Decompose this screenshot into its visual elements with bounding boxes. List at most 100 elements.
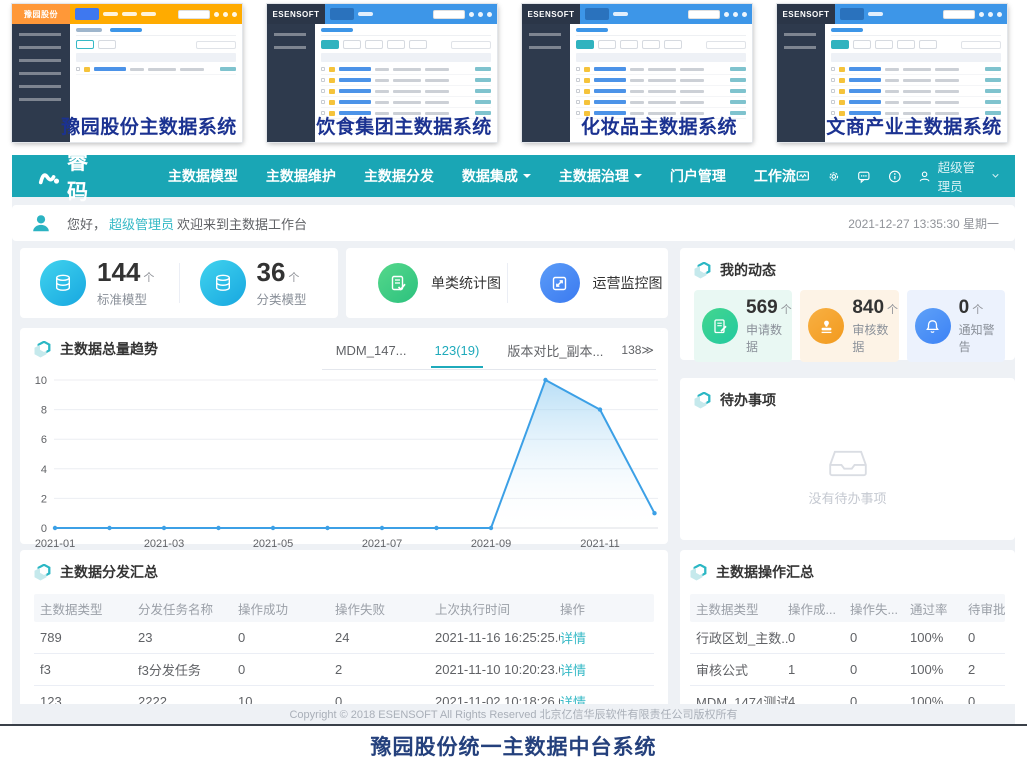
folder-icon (329, 89, 335, 94)
mini-header: ESENSOFT (777, 4, 1007, 24)
mini-buttons (76, 40, 236, 49)
svg-text:2021-05: 2021-05 (253, 538, 293, 550)
activity-label: 通知警告 (959, 321, 1005, 355)
mini-table-row (831, 86, 1001, 97)
review-data-card[interactable]: 840个 审核数据 (800, 290, 898, 362)
mini-screenshot-cosmetics: ESENSOFT 化妆品主数据系统 (522, 4, 752, 142)
folder-icon (584, 100, 590, 105)
quick-link-label: 运营监控图 (593, 273, 663, 293)
nav-master-data-model[interactable]: 主数据模型 (168, 166, 238, 186)
page-caption: 豫园股份统一主数据中台系统 (0, 731, 1027, 761)
tab-version-compare[interactable]: 版本对比_副本... (493, 339, 617, 369)
table-row: 789 23 0 24 2021-11-16 16:25:25.0 详情 (34, 622, 654, 654)
hexagon-icon (34, 341, 51, 358)
svg-text:2: 2 (41, 493, 47, 505)
hexagon-icon (694, 262, 711, 279)
svg-text:2021-09: 2021-09 (471, 538, 511, 550)
stat-value: 36 (257, 259, 286, 285)
mini-header: ESENSOFT (267, 4, 497, 24)
mini-search-box (943, 10, 975, 19)
mini-tabs (321, 28, 491, 36)
chevron-down-icon (634, 174, 642, 182)
todo-panel: 待办事项 没有待办事项 (680, 378, 1015, 540)
quick-link-label: 单类统计图 (431, 273, 501, 293)
trend-tabs: MDM_147... 123(19) 版本对比_副本... 138≫ (322, 339, 656, 370)
svg-text:4: 4 (41, 464, 47, 476)
tab-123[interactable]: 123(19) (421, 341, 494, 367)
apply-data-card[interactable]: 569个 申请数据 (694, 290, 792, 362)
detail-link[interactable]: 详情 (560, 628, 654, 647)
monitor-chart-icon[interactable] (796, 168, 810, 185)
datetime-label: 2021-12-27 13:35:30 星期一 (848, 215, 999, 232)
database-icon (40, 260, 86, 306)
nav-master-data-maintain[interactable]: 主数据维护 (266, 166, 336, 186)
info-icon[interactable] (888, 168, 902, 185)
folder-icon (329, 78, 335, 83)
mini-caption: 饮食集团主数据系统 (305, 112, 497, 139)
main-nav: 主数据模型 主数据维护 主数据分发 数据集成 主数据治理 门户管理 工作流 (168, 166, 796, 186)
panel-title: 主数据操作汇总 (690, 562, 1005, 582)
hexagon-icon (690, 564, 707, 581)
stat-unit: 个 (143, 273, 154, 284)
page: 豫园股份 豫园股份主数据系统 ESENSOFT (0, 0, 1027, 756)
nav-master-data-distribute[interactable]: 主数据分发 (364, 166, 434, 186)
mini-screenshot-culture: ESENSOFT 文商产业主数据系统 (777, 4, 1007, 142)
tabs-more-pager[interactable]: 138≫ (617, 343, 656, 366)
nav-master-data-governance[interactable]: 主数据治理 (559, 166, 642, 186)
stat-label: 标准模型 (97, 289, 154, 308)
folder-icon (839, 89, 845, 94)
folder-icon (584, 89, 590, 94)
mini-table-rows (831, 64, 1001, 119)
table-row: 审核公式 1 0 100% 2 (690, 654, 1005, 686)
folder-icon (329, 67, 335, 72)
mini-buttons (576, 40, 746, 49)
stat-standard-models: 144个 标准模型 (20, 259, 179, 308)
mini-nav (835, 4, 1007, 24)
folder-icon (839, 78, 845, 83)
nav-data-integration[interactable]: 数据集成 (462, 166, 531, 186)
nav-portal-management[interactable]: 门户管理 (670, 166, 726, 186)
ruima-logo-icon (38, 165, 60, 187)
mini-table-row (576, 64, 746, 75)
detail-link[interactable]: 详情 (560, 660, 654, 679)
single-class-stats-button[interactable]: 单类统计图 (346, 263, 507, 303)
mini-nav (325, 4, 497, 24)
mini-table-row (576, 75, 746, 86)
mini-table-row (76, 64, 236, 75)
message-icon[interactable] (857, 168, 871, 185)
mini-tabs (831, 28, 1001, 36)
mini-table-row (831, 75, 1001, 86)
activity-value: 840 (852, 298, 884, 317)
mini-header: ESENSOFT (522, 4, 752, 24)
mini-header: 豫园股份 (12, 4, 242, 24)
nav-workflow[interactable]: 工作流 (754, 166, 796, 186)
mini-tabs (76, 28, 236, 36)
mini-table-header (831, 53, 1001, 62)
hexagon-icon (694, 392, 711, 409)
operation-monitor-button[interactable]: 运营监控图 (508, 263, 669, 303)
svg-text:6: 6 (41, 434, 47, 446)
mini-table-rows (76, 64, 236, 75)
mini-logo: ESENSOFT (522, 4, 580, 24)
panel-title: 主数据总量趋势 (34, 339, 158, 359)
notification-card[interactable]: 0个 通知警告 (907, 290, 1005, 362)
folder-icon (839, 100, 845, 105)
mini-search-box (688, 10, 720, 19)
mini-tabs (576, 28, 746, 36)
stat-unit: 个 (288, 273, 299, 284)
hexagon-icon (34, 564, 51, 581)
svg-text:10: 10 (35, 375, 47, 387)
header-actions: 超级管理员 (796, 157, 999, 195)
model-stats-card: 144个 标准模型 36个 分类模型 (20, 248, 338, 318)
welcome-message: 您好，超级管理员欢迎来到主数据工作台 (67, 214, 307, 233)
mini-table-row (831, 64, 1001, 75)
mini-caption: 豫园股份主数据系统 (50, 112, 242, 139)
tab-mdm-147[interactable]: MDM_147... (322, 341, 421, 367)
quick-links-card: 单类统计图 运营监控图 (346, 248, 668, 318)
svg-text:2021-07: 2021-07 (362, 538, 402, 550)
gear-icon[interactable] (827, 168, 841, 185)
user-menu[interactable]: 超级管理员 (918, 157, 999, 195)
mini-table-row (576, 97, 746, 108)
chevron-down-icon (992, 173, 999, 179)
username-link[interactable]: 超级管理员 (109, 217, 174, 232)
